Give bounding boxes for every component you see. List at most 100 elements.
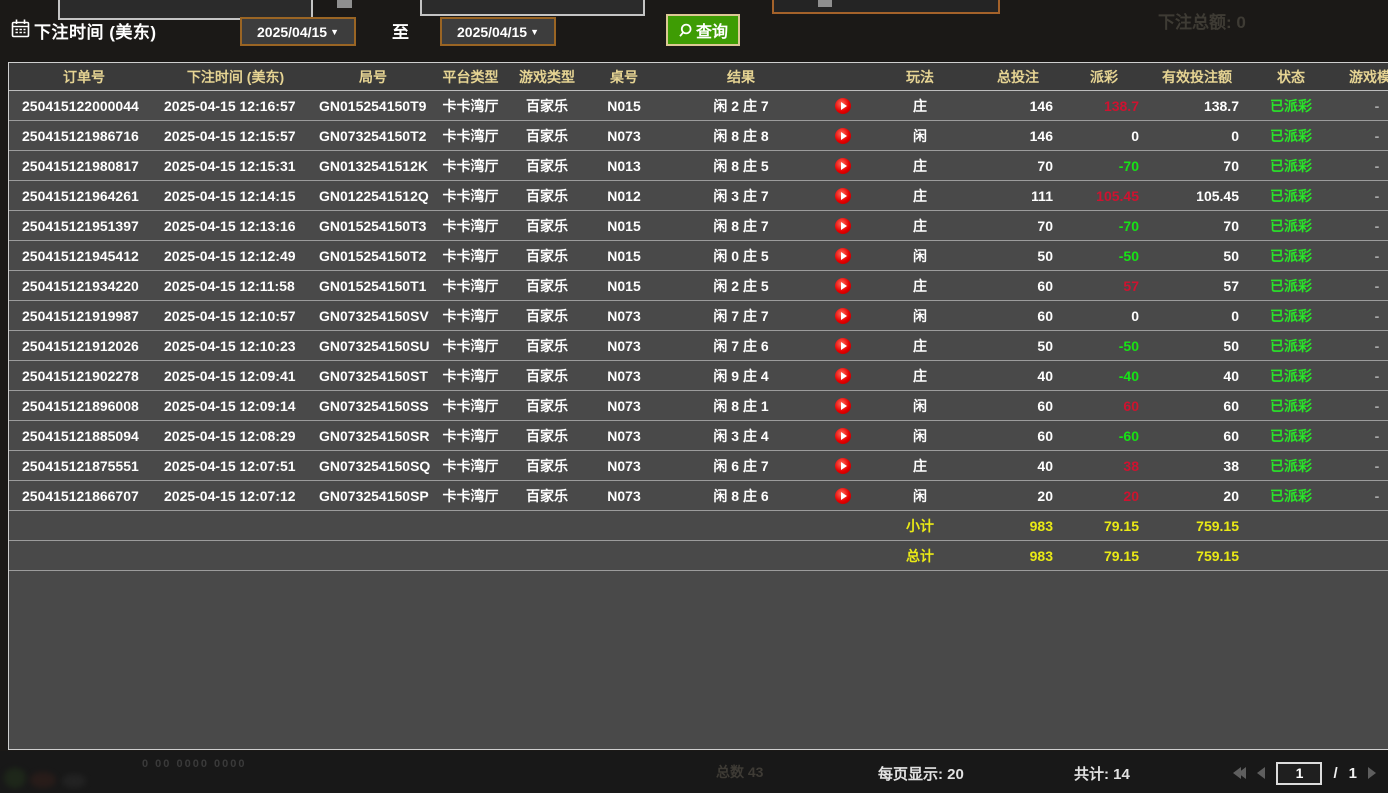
cell-payout: -50 — [1061, 241, 1147, 271]
cell-payout: -70 — [1061, 211, 1147, 241]
bet-records-table: 订单号 下注时间 (美东) 局号 平台类型 游戏类型 桌号 结果 玩法 总投注 … — [9, 63, 1388, 748]
col-result: 结果 — [661, 63, 821, 91]
cell-valid-bet: 38 — [1147, 451, 1247, 481]
cell-time: 2025-04-15 12:08:29 — [159, 421, 312, 451]
play-triangle — [841, 222, 847, 230]
play-triangle — [841, 162, 847, 170]
ghost-artifact — [62, 774, 86, 788]
prev-page-button[interactable] — [1257, 767, 1265, 779]
cell-play: 闲 — [865, 481, 975, 511]
cell-game: 百家乐 — [507, 421, 587, 451]
cell-status: 已派彩 — [1247, 211, 1335, 241]
cell-payout: 20 — [1061, 481, 1147, 511]
cell-time: 2025-04-15 12:10:57 — [159, 301, 312, 331]
cell-round: GN073254150SU — [312, 331, 434, 361]
cell-platform: 卡卡湾厅 — [434, 331, 507, 361]
cell-result: 闲 7 庄 7 — [661, 301, 821, 331]
cell-time: 2025-04-15 12:09:14 — [159, 391, 312, 421]
cell-game: 百家乐 — [507, 451, 587, 481]
date-range-to-label: 至 — [392, 18, 409, 43]
cell-mode: - — [1335, 481, 1388, 511]
cell-round: GN073254150SR — [312, 421, 434, 451]
table-row: 2504151219513972025-04-15 12:13:16GN0152… — [9, 211, 1388, 241]
search-button[interactable]: 查询 — [666, 14, 740, 46]
first-page-button[interactable] — [1236, 767, 1246, 779]
cell-round: GN0122541512Q — [312, 181, 434, 211]
date-to-select[interactable]: 2025/04/15 ▼ — [440, 17, 556, 46]
cell-order: 250415121912026 — [9, 331, 159, 361]
cell-time — [159, 511, 312, 541]
cell-status: 已派彩 — [1247, 241, 1335, 271]
cell-status: 已派彩 — [1247, 421, 1335, 451]
bet-time-label: 下注时间 (美东) — [34, 18, 157, 43]
cell-status: 已派彩 — [1247, 181, 1335, 211]
cell-replay — [821, 451, 865, 481]
replay-icon[interactable] — [835, 188, 851, 204]
replay-icon[interactable] — [835, 488, 851, 504]
cell-time: 2025-04-15 12:16:57 — [159, 91, 312, 121]
replay-icon[interactable] — [835, 158, 851, 174]
cell-total-bet: 60 — [975, 391, 1061, 421]
cropped-checkbox-2[interactable] — [818, 0, 832, 7]
cell-table-no: N073 — [587, 481, 661, 511]
replay-icon[interactable] — [835, 368, 851, 384]
replay-icon[interactable] — [835, 98, 851, 114]
cell-result: 闲 8 庄 8 — [661, 121, 821, 151]
col-play-type: 玩法 — [865, 63, 975, 91]
replay-icon[interactable] — [835, 218, 851, 234]
cell-valid-bet: 50 — [1147, 331, 1247, 361]
cell-payout: 138.7 — [1061, 91, 1147, 121]
cell-status: 已派彩 — [1247, 151, 1335, 181]
cell-play: 闲 — [865, 241, 975, 271]
cell-result: 闲 0 庄 5 — [661, 241, 821, 271]
play-triangle — [841, 342, 847, 350]
replay-icon[interactable] — [835, 248, 851, 264]
cell-payout: 60 — [1061, 391, 1147, 421]
col-status: 状态 — [1247, 63, 1335, 91]
cell-table-no: N013 — [587, 151, 661, 181]
replay-icon[interactable] — [835, 398, 851, 414]
cell-payout: 0 — [1061, 121, 1147, 151]
cell-game: 百家乐 — [507, 241, 587, 271]
col-valid-bet: 有效投注额 — [1147, 63, 1247, 91]
cell-total-bet: 40 — [975, 451, 1061, 481]
cell-status: 已派彩 — [1247, 331, 1335, 361]
replay-icon[interactable] — [835, 308, 851, 324]
replay-icon[interactable] — [835, 428, 851, 444]
cell-payout: -60 — [1061, 421, 1147, 451]
cell-result: 闲 3 庄 4 — [661, 421, 821, 451]
cell-replay — [821, 181, 865, 211]
cell-result: 闲 2 庄 5 — [661, 271, 821, 301]
cell-mode: - — [1335, 391, 1388, 421]
replay-icon[interactable] — [835, 338, 851, 354]
page-number-input[interactable]: 1 — [1276, 762, 1322, 785]
cell-mode: - — [1335, 331, 1388, 361]
cell-table-no: N073 — [587, 301, 661, 331]
cell-platform: 卡卡湾厅 — [434, 211, 507, 241]
cell-replay — [821, 301, 865, 331]
cell-platform — [434, 541, 507, 571]
cropped-dropdown[interactable] — [772, 0, 1000, 14]
col-order-id: 订单号 — [9, 63, 159, 91]
replay-icon[interactable] — [835, 278, 851, 294]
play-triangle — [841, 462, 847, 470]
pager: 1 / 1 — [1236, 760, 1376, 786]
cell-time: 2025-04-15 12:15:57 — [159, 121, 312, 151]
cell-table-no: N015 — [587, 91, 661, 121]
cell-platform: 卡卡湾厅 — [434, 301, 507, 331]
cell-play: 庄 — [865, 451, 975, 481]
cropped-checkbox[interactable] — [337, 0, 352, 8]
search-button-label: 查询 — [696, 18, 728, 42]
replay-icon[interactable] — [835, 458, 851, 474]
cell-time — [159, 541, 312, 571]
cell-order: 250415121986716 — [9, 121, 159, 151]
cell-mode — [1335, 511, 1388, 541]
cell-valid-bet: 40 — [1147, 361, 1247, 391]
date-from-select[interactable]: 2025/04/15 ▼ — [240, 17, 356, 46]
cell-payout: 38 — [1061, 451, 1147, 481]
cell-game — [507, 511, 587, 541]
next-page-button[interactable] — [1368, 767, 1376, 779]
replay-icon[interactable] — [835, 128, 851, 144]
cell-round: GN073254150SQ — [312, 451, 434, 481]
cell-total-bet: 40 — [975, 361, 1061, 391]
